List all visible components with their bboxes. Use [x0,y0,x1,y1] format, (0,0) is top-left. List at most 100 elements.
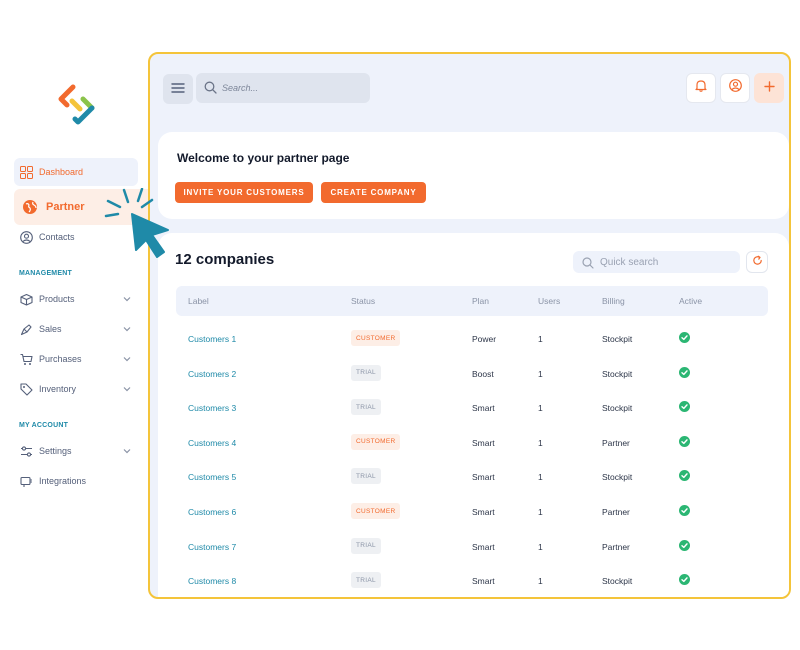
sidebar-item-label: Settings [39,446,72,456]
profile-button[interactable] [720,73,750,103]
menu-button[interactable] [163,74,193,104]
sidebar-item-label: Inventory [39,384,77,394]
company-label-link[interactable]: Customers 3 [188,403,236,413]
create-company-button[interactable]: CREATE COMPANY [321,182,426,203]
table-header: Label Status Plan Users Billing Active [176,286,768,316]
column-header-billing[interactable]: Billing [602,296,625,306]
search-input[interactable] [222,79,362,97]
sidebar-item-label: Partner [46,201,85,213]
billing-cell: Partner [602,437,630,448]
app-window: Welcome to your partner page INVITE YOUR… [148,52,791,599]
refresh-icon [752,253,763,271]
chevron-down-icon [122,324,132,334]
invite-customers-button[interactable]: INVITE YOUR CUSTOMERS [175,182,313,203]
column-header-plan[interactable]: Plan [472,296,489,306]
sidebar-item-label: Integrations [39,476,87,486]
billing-cell: Stockpit [602,403,633,414]
tag-icon [19,382,33,396]
table-row[interactable]: Customers 1 CUSTOMER Power 1 Stockpit [176,322,768,356]
section-title-management: MANAGEMENT [19,270,72,277]
companies-card: 12 companies Label Status Plan Users Bil… [158,233,789,597]
megaphone-icon [19,322,33,336]
sidebar-item-settings[interactable]: Settings [14,437,138,465]
notifications-button[interactable] [686,73,716,103]
grid-icon [19,165,33,179]
plan-cell: Smart [472,437,495,448]
status-badge: TRIAL [351,364,381,381]
table-row[interactable]: Customers 6 CUSTOMER Smart 1 Partner [176,495,768,529]
quick-search-bar[interactable] [573,251,740,273]
company-label-link[interactable]: Customers 1 [188,334,236,344]
table-row[interactable]: Customers 2 TRIAL Boost 1 Stockpit [176,357,768,391]
active-check-icon [679,332,690,343]
welcome-title: Welcome to your partner page [177,151,350,165]
sidebar-item-sales[interactable]: Sales [14,315,138,343]
box-icon [19,292,33,306]
column-header-status[interactable]: Status [351,296,375,306]
sidebar-item-integrations[interactable]: Integrations [14,467,138,495]
company-label-link[interactable]: Customers 2 [188,369,236,379]
cart-icon [19,352,33,366]
search-icon [582,256,594,269]
plan-cell: Boost [472,368,494,379]
sidebar-item-label: Products [39,294,75,304]
refresh-button[interactable] [746,251,768,273]
welcome-card: Welcome to your partner page INVITE YOUR… [158,132,789,219]
sidebar-item-label: Contacts [39,232,75,242]
sliders-icon [19,444,33,458]
users-cell: 1 [538,437,543,448]
plan-cell: Smart [472,576,495,587]
table-row[interactable]: Customers 7 TRIAL Smart 1 Partner [176,530,768,564]
company-label-link[interactable]: Customers 7 [188,542,236,552]
sidebar-item-products[interactable]: Products [14,285,138,313]
company-label-link[interactable]: Customers 8 [188,576,236,586]
add-button[interactable] [754,73,784,103]
active-check-icon [679,366,690,378]
plus-icon [763,79,775,97]
table-row[interactable]: Customers 4 CUSTOMER Smart 1 Partner [176,426,768,460]
plan-cell: Smart [472,472,495,483]
column-header-users[interactable]: Users [538,296,560,306]
active-check-icon [679,574,690,586]
sidebar-item-label: Sales [39,324,62,334]
plan-cell: Smart [472,507,495,517]
plug-icon [19,474,33,488]
active-check-icon [679,505,690,516]
search-bar[interactable] [196,73,370,103]
status-badge: TRIAL [351,468,381,485]
chevron-down-icon [122,294,132,304]
menu-icon [171,80,185,98]
chevron-down-icon [122,446,132,456]
billing-cell: Stockpit [602,368,633,379]
companies-count-title: 12 companies [175,251,275,268]
user-circle-icon [19,230,33,244]
column-header-label[interactable]: Label [188,296,209,306]
users-cell: 1 [538,507,543,517]
bell-icon [695,79,707,97]
users-cell: 1 [538,541,543,552]
sidebar-item-inventory[interactable]: Inventory [14,375,138,403]
status-badge: TRIAL [351,537,381,554]
users-cell: 1 [538,368,543,379]
company-label-link[interactable]: Customers 5 [188,472,236,482]
active-check-icon [679,401,690,413]
status-badge: TRIAL [351,399,381,416]
sidebar-item-label: Dashboard [39,167,84,177]
table-row[interactable]: Customers 3 TRIAL Smart 1 Stockpit [176,391,768,425]
active-check-icon [679,470,690,482]
status-badge: CUSTOMER [351,330,401,346]
sidebar-item-dashboard[interactable]: Dashboard [14,158,138,186]
status-badge: CUSTOMER [351,433,401,450]
column-header-active[interactable]: Active [679,296,702,306]
billing-cell: Partner [602,507,630,517]
company-label-link[interactable]: Customers 6 [188,507,236,517]
billing-cell: Stockpit [602,576,633,587]
sidebar-item-label: Purchases [39,354,82,364]
search-icon [204,81,217,94]
quick-search-input[interactable] [600,254,730,270]
click-cursor-icon [104,188,169,258]
table-row[interactable]: Customers 8 TRIAL Smart 1 Stockpit [176,564,768,597]
table-row[interactable]: Customers 5 TRIAL Smart 1 Stockpit [176,460,768,494]
sidebar-item-purchases[interactable]: Purchases [14,345,138,373]
company-label-link[interactable]: Customers 4 [188,438,236,448]
